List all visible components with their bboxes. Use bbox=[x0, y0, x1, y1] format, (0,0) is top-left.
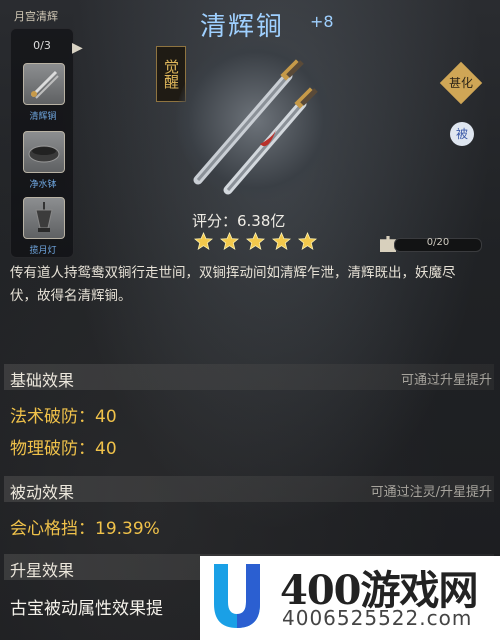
set-item-qinghuijian[interactable] bbox=[23, 63, 65, 105]
set-item-label: 揽月灯 bbox=[29, 246, 57, 256]
section-hint: 可通过升星提升 bbox=[400, 373, 492, 388]
lantern-icon bbox=[35, 202, 53, 232]
section-title: 被动效果 bbox=[10, 483, 75, 502]
set-item-lanyuedeng[interactable] bbox=[23, 197, 65, 239]
mace-icon bbox=[30, 70, 59, 99]
set-item-label: 清辉锏 bbox=[29, 112, 57, 122]
set-panel: 0/3 清辉锏 净水钵 揽月灯 bbox=[10, 28, 74, 258]
item-level: +8 bbox=[310, 12, 334, 31]
expand-arrow-icon[interactable]: ▶ bbox=[72, 40, 83, 56]
item-description: 传有道人持鸳鸯双锏行走世间，双锏挥动间如清辉乍泄，清辉既出，妖魔尽伏，故得名清辉… bbox=[10, 265, 456, 304]
star-icon bbox=[272, 232, 292, 250]
star-icon bbox=[194, 232, 213, 250]
stat-physical-penetration: 物理破防：40 bbox=[10, 439, 117, 459]
section-hint: 可通过注灵/升星提升 bbox=[370, 485, 492, 500]
watermark-url: 4006525522.com bbox=[282, 606, 473, 630]
set-count: 0/3 bbox=[33, 39, 51, 52]
star-progress-text: 0/20 bbox=[426, 237, 450, 248]
passive-effect-header: 被动效果 可通过注灵/升星提升 bbox=[4, 476, 494, 502]
star-effect-text: 古宝被动属性效果提 bbox=[10, 599, 163, 619]
star-progress-bar: 0/20 bbox=[394, 237, 482, 252]
enhance-badge-label: 甚化 bbox=[448, 75, 474, 90]
section-title: 基础效果 bbox=[10, 371, 75, 390]
bowl-icon bbox=[28, 145, 60, 163]
item-name: 清辉锏 bbox=[200, 12, 285, 42]
watermark: 400游戏网 4006525522.com bbox=[200, 556, 500, 640]
twin-mace-icon bbox=[193, 59, 318, 195]
set-item-jingshuibo[interactable] bbox=[23, 131, 65, 173]
section-title: 升星效果 bbox=[10, 561, 75, 580]
passive-badge[interactable]: 被 bbox=[450, 122, 474, 146]
star-icon bbox=[246, 232, 266, 250]
score-text: 评分：6.38亿 bbox=[192, 212, 286, 230]
star-rating bbox=[194, 232, 319, 255]
set-title: 月宫清辉 bbox=[14, 10, 58, 23]
brand-logo-icon bbox=[214, 564, 260, 628]
base-effect-header: 基础效果 可通过升星提升 bbox=[4, 364, 494, 390]
stat-magic-penetration: 法术破防：40 bbox=[10, 407, 117, 427]
star-icon bbox=[298, 232, 318, 250]
set-item-label: 净水钵 bbox=[29, 180, 57, 190]
weapon-image bbox=[176, 40, 336, 200]
stat-crit-block: 会心格挡：19.39% bbox=[10, 519, 160, 539]
star-icon bbox=[220, 232, 240, 250]
